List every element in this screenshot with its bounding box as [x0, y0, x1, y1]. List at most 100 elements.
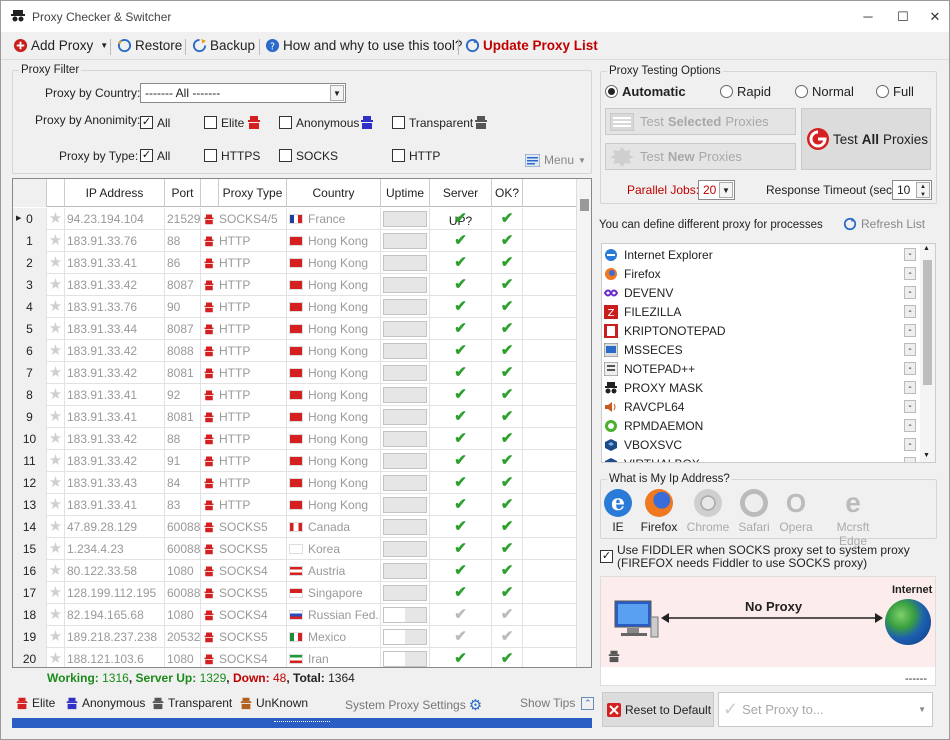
favorite-star-icon[interactable]: ★	[47, 428, 65, 450]
table-row[interactable]: 12 ★ 183.91.33.43 84 HTTP Hong Kong ✔ ✔	[13, 472, 578, 494]
process-item[interactable]: PROXY MASK -	[602, 379, 917, 398]
process-item[interactable]: VIRTUALBOX -	[602, 455, 917, 462]
serverup-column-header[interactable]: Server UP?	[430, 179, 492, 228]
favorite-star-icon[interactable]: ★	[47, 208, 65, 230]
anon-elite-checkbox[interactable]	[204, 116, 217, 129]
fiddler-checkbox[interactable]: ✓	[600, 550, 613, 563]
favorite-star-icon[interactable]: ★	[47, 538, 65, 560]
parallel-jobs-select[interactable]: 20 ▼	[698, 180, 735, 200]
uptime-column-header[interactable]: Uptime	[381, 179, 430, 207]
favorite-star-icon[interactable]: ★	[47, 384, 65, 406]
add-proxy-button[interactable]: Add Proxy ▼	[13, 38, 108, 53]
favorite-star-icon[interactable]: ★	[47, 450, 65, 472]
type-all-checkbox[interactable]: ✓	[140, 149, 153, 162]
favorite-star-icon[interactable]: ★	[47, 406, 65, 428]
anon-anonymous-checkbox[interactable]	[279, 116, 292, 129]
process-proxy-dropdown[interactable]: -	[904, 381, 916, 394]
process-proxy-dropdown[interactable]: -	[904, 438, 916, 451]
process-item[interactable]: NOTEPAD++ -	[602, 360, 917, 379]
proxy-grid[interactable]: IP Address Port Proxy Type Country Uptim…	[12, 178, 592, 668]
process-item[interactable]: Internet Explorer -	[602, 246, 917, 265]
table-row[interactable]: 3 ★ 183.91.33.42 8087 HTTP Hong Kong ✔ ✔	[13, 274, 578, 296]
browser-firefox[interactable]: Firefox	[634, 489, 684, 534]
process-proxy-dropdown[interactable]: -	[904, 343, 916, 356]
process-proxy-dropdown[interactable]: -	[904, 248, 916, 261]
set-proxy-dropdown[interactable]: ✓ Set Proxy to... ▼	[718, 692, 933, 727]
rapid-radio[interactable]	[720, 85, 733, 98]
table-row[interactable]: 10 ★ 183.91.33.42 88 HTTP Hong Kong ✔ ✔	[13, 428, 578, 450]
favorite-star-icon[interactable]: ★	[47, 362, 65, 384]
process-proxy-dropdown[interactable]: -	[904, 324, 916, 337]
full-radio[interactable]	[876, 85, 889, 98]
table-row[interactable]: 4 ★ 183.91.33.76 90 HTTP Hong Kong ✔ ✔	[13, 296, 578, 318]
process-item[interactable]: Firefox -	[602, 265, 917, 284]
favorite-star-icon[interactable]: ★	[47, 560, 65, 582]
process-proxy-dropdown[interactable]: -	[904, 305, 916, 318]
backup-button[interactable]: Backup	[192, 38, 255, 53]
scroll-down-icon[interactable]: ▼	[923, 452, 930, 459]
table-row[interactable]: ▶ 0 ★ 94.23.194.104 21529 SOCKS4/5 France ✔ ✔	[13, 208, 578, 230]
minimize-button[interactable]: ─	[858, 7, 878, 27]
test-new-button[interactable]: Test New Proxies	[605, 143, 796, 170]
reset-default-button[interactable]: Reset to Default	[602, 692, 714, 727]
show-tips-button[interactable]: Show Tips ⌃	[520, 696, 595, 710]
favorite-star-icon[interactable]: ★	[47, 472, 65, 494]
automatic-radio[interactable]	[605, 85, 618, 98]
favorite-star-icon[interactable]: ★	[47, 516, 65, 538]
table-row[interactable]: 15 ★ 1.234.4.23 60088 SOCKS5 Korea ✔ ✔	[13, 538, 578, 560]
table-row[interactable]: 16 ★ 80.122.33.58 1080 SOCKS4 Austria ✔ ✔	[13, 560, 578, 582]
grid-scrollbar[interactable]	[576, 179, 591, 667]
favorite-star-icon[interactable]: ★	[47, 582, 65, 604]
ip-column-header[interactable]: IP Address	[65, 179, 165, 207]
maximize-button[interactable]: ☐	[893, 7, 913, 27]
process-item[interactable]: KRIPTONOTEPAD -	[602, 322, 917, 341]
ok-column-header[interactable]: OK?	[492, 179, 523, 207]
type-https-checkbox[interactable]	[204, 149, 217, 162]
favorite-star-icon[interactable]: ★	[47, 318, 65, 340]
table-row[interactable]: 19 ★ 189.218.237.238 20532 SOCKS5 Mexico ✔ ✔	[13, 626, 578, 648]
type-http-checkbox[interactable]	[392, 149, 405, 162]
stepper-arrows-icon[interactable]: ▲ ▼	[916, 182, 930, 198]
process-item[interactable]: MSSECES -	[602, 341, 917, 360]
process-proxy-dropdown[interactable]: -	[904, 267, 916, 280]
test-selected-button[interactable]: Test Selected Proxies	[605, 108, 796, 135]
table-row[interactable]: 1 ★ 183.91.33.76 88 HTTP Hong Kong ✔ ✔	[13, 230, 578, 252]
favorite-star-icon[interactable]: ★	[47, 274, 65, 296]
browser-edge[interactable]: e Mcrsft Edge	[824, 489, 882, 549]
process-item[interactable]: VBOXSVC -	[602, 436, 917, 455]
favorite-star-icon[interactable]: ★	[47, 252, 65, 274]
process-proxy-dropdown[interactable]: -	[904, 457, 916, 462]
menu-button[interactable]: Menu ▼	[525, 153, 586, 167]
process-list[interactable]: Internet Explorer - Firefox - DEVENV - Z FILEZI…	[601, 243, 936, 463]
country-select[interactable]: ------- All ------- ▼	[140, 83, 346, 103]
restore-button[interactable]: Restore	[117, 38, 182, 53]
favorite-star-icon[interactable]: ★	[47, 494, 65, 516]
favorite-star-icon[interactable]: ★	[47, 296, 65, 318]
process-scroll-thumb[interactable]	[923, 260, 932, 385]
process-item[interactable]: RAVCPL64 -	[602, 398, 917, 417]
table-row[interactable]: 13 ★ 183.91.33.41 83 HTTP Hong Kong ✔ ✔	[13, 494, 578, 516]
type-column-header[interactable]: Proxy Type	[219, 179, 287, 207]
favorite-star-icon[interactable]: ★	[47, 604, 65, 626]
table-row[interactable]: 2 ★ 183.91.33.41 86 HTTP Hong Kong ✔ ✔	[13, 252, 578, 274]
process-item[interactable]: RPMDAEMON -	[602, 417, 917, 436]
country-column-header[interactable]: Country	[287, 179, 381, 207]
table-row[interactable]: 18 ★ 82.194.165.68 1080 SOCKS4 Russian Fed...…	[13, 604, 578, 626]
scroll-up-icon[interactable]: ▲	[923, 245, 930, 252]
table-row[interactable]: 8 ★ 183.91.33.41 92 HTTP Hong Kong ✔ ✔	[13, 384, 578, 406]
favorite-star-icon[interactable]: ★	[47, 648, 65, 667]
process-proxy-dropdown[interactable]: -	[904, 419, 916, 432]
table-row[interactable]: 20 ★ 188.121.103.6 1080 SOCKS4 Iran ✔ ✔	[13, 648, 578, 667]
table-row[interactable]: 7 ★ 183.91.33.42 8081 HTTP Hong Kong ✔ ✔	[13, 362, 578, 384]
table-row[interactable]: 9 ★ 183.91.33.41 8081 HTTP Hong Kong ✔ ✔	[13, 406, 578, 428]
process-proxy-dropdown[interactable]: -	[904, 400, 916, 413]
type-socks-checkbox[interactable]	[279, 149, 292, 162]
favorite-star-icon[interactable]: ★	[47, 626, 65, 648]
browser-opera[interactable]: O Opera	[771, 489, 821, 534]
table-row[interactable]: 11 ★ 183.91.33.42 91 HTTP Hong Kong ✔ ✔	[13, 450, 578, 472]
process-item[interactable]: Z FILEZILLA -	[602, 303, 917, 322]
normal-radio[interactable]	[795, 85, 808, 98]
favorite-star-icon[interactable]: ★	[47, 340, 65, 362]
update-proxy-list-button[interactable]: Update Proxy List	[465, 38, 598, 53]
favorite-star-icon[interactable]: ★	[47, 230, 65, 252]
